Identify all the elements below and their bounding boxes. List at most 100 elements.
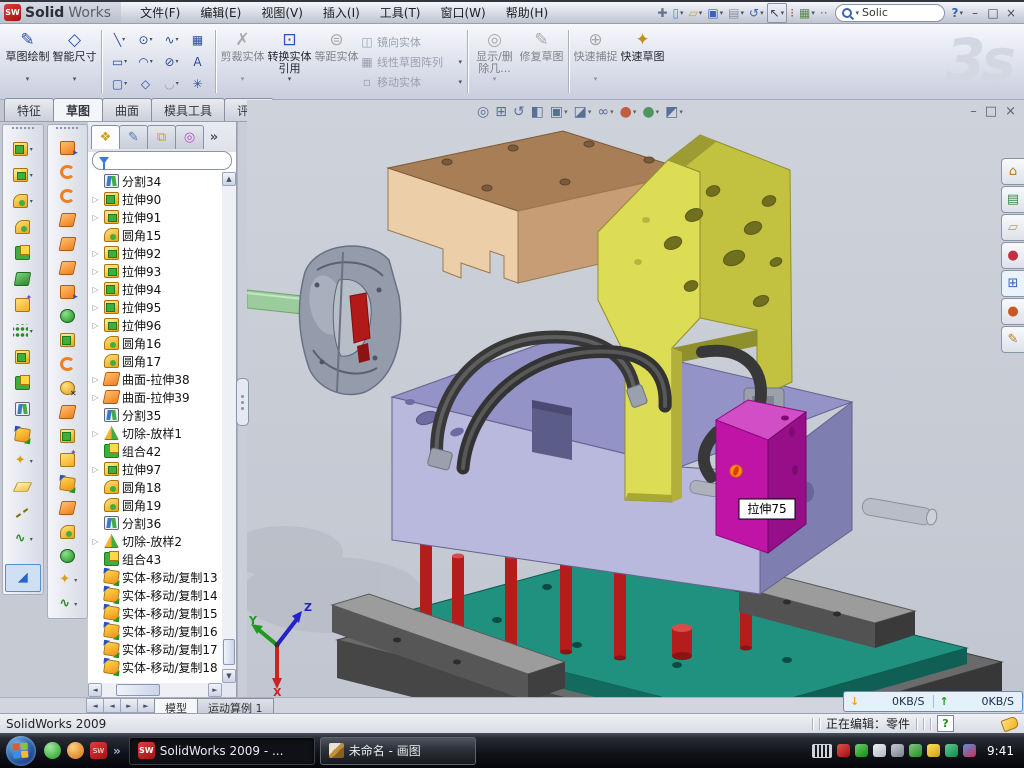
tab-特征[interactable]: 特征 xyxy=(4,98,54,121)
pattern-button[interactable]: ▾ xyxy=(6,318,40,344)
edit-appearance-button[interactable]: ●▾ xyxy=(618,103,639,121)
solidworks-quicklaunch-icon[interactable]: SW xyxy=(90,742,107,759)
tree-horizontal-scrollbar[interactable]: ◄ ► xyxy=(88,683,222,697)
draft-button[interactable] xyxy=(6,266,40,292)
tree-item[interactable]: 实体-移动/复制16 xyxy=(90,622,222,640)
thicken-button[interactable] xyxy=(50,328,84,352)
search-dropdown-icon[interactable]: ▾ xyxy=(856,9,860,17)
sketch-button[interactable]: ✎草图绘制▾ xyxy=(4,26,51,97)
apply-scene-button[interactable]: ●▾ xyxy=(640,103,661,121)
save-button[interactable]: ▣▾ xyxy=(705,4,725,22)
featuremanager-tab[interactable]: ❖ xyxy=(91,125,120,149)
sketch-fillet-tool[interactable]: ◡▾ xyxy=(159,73,184,94)
vertical-scroll-thumb[interactable] xyxy=(223,639,235,665)
pin-button[interactable]: ✚ xyxy=(655,4,669,22)
extend-surface-button[interactable] xyxy=(50,304,84,328)
volume-icon[interactable] xyxy=(891,744,904,757)
section-view-button[interactable]: ◧ xyxy=(529,103,546,121)
custom-properties-tab[interactable]: ✎ xyxy=(1001,326,1024,353)
start-button[interactable] xyxy=(6,736,36,766)
open-folder-button[interactable]: ▱▾ xyxy=(687,4,705,22)
menu-item-0[interactable]: 文件(F) xyxy=(131,1,189,24)
tree-item[interactable]: 实体-移动/复制13 xyxy=(90,568,222,586)
text-tool[interactable]: A xyxy=(185,51,210,72)
toolbar-grip[interactable] xyxy=(56,127,78,133)
rectangle-tool[interactable]: ▭▾ xyxy=(107,51,132,72)
tree-item[interactable]: 圆角17 xyxy=(90,352,222,370)
lofted-surface-button[interactable] xyxy=(50,184,84,208)
quick-snaps-button[interactable]: ⊕快速捕捉▾ xyxy=(572,26,619,97)
tree-vertical-scrollbar[interactable]: ▲ ▼ xyxy=(222,172,236,683)
trim-entities-button[interactable]: ✗剪裁实体▾ xyxy=(219,26,266,97)
more-tools-button[interactable]: ·· xyxy=(818,4,830,22)
smart-dimension-button[interactable]: ◇智能尺寸▾ xyxy=(51,26,98,97)
part-slide-block[interactable] xyxy=(716,400,806,553)
rib-button[interactable] xyxy=(6,344,40,370)
view-orientation-button[interactable]: ▣▾ xyxy=(548,103,570,121)
extrude-boss-button[interactable]: ▾ xyxy=(6,136,40,162)
convert-entities-button[interactable]: ⊡转换实体引用▾ xyxy=(266,26,313,97)
expand-arrow-icon[interactable]: ▷ xyxy=(90,267,101,276)
quick-tips-button[interactable]: ? xyxy=(937,715,954,732)
freeform-button[interactable] xyxy=(50,496,84,520)
search-tab[interactable]: ● xyxy=(1001,242,1024,269)
linear-sketch-pattern-button[interactable]: ▦线性草图阵列▾ xyxy=(360,53,464,71)
traffic-light-button[interactable]: ⁝ xyxy=(788,4,796,22)
tree-filter-box[interactable] xyxy=(92,151,232,170)
doc-nav-2[interactable]: ► xyxy=(120,698,138,713)
tree-item[interactable]: 实体-移动/复制17 xyxy=(90,640,222,658)
expand-arrow-icon[interactable]: ▷ xyxy=(90,249,101,258)
splitter-handle[interactable] xyxy=(236,378,249,426)
scroll-right-icon[interactable]: ► xyxy=(208,683,222,697)
defender-icon[interactable] xyxy=(945,744,958,757)
input-method-icon[interactable] xyxy=(963,744,976,757)
doc-nav-0[interactable]: ◄ xyxy=(86,698,104,713)
tree-item[interactable]: ▷曲面-拉伸38 xyxy=(90,370,222,388)
print-button[interactable]: ▤▾ xyxy=(726,4,746,22)
chamfer-button[interactable] xyxy=(6,214,40,240)
minimize-button[interactable]: – xyxy=(966,6,984,20)
tree-item[interactable]: ▷拉伸96 xyxy=(90,316,222,334)
tree-item[interactable]: 实体-移动/复制15 xyxy=(90,604,222,622)
tree-item[interactable]: ▷拉伸90 xyxy=(90,190,222,208)
knit-surface-button[interactable] xyxy=(50,232,84,256)
replace-face-button[interactable] xyxy=(50,400,84,424)
boundary-surface-button[interactable] xyxy=(50,160,84,184)
tree-item[interactable]: 实体-移动/复制18 xyxy=(90,658,222,676)
offset-entities-button[interactable]: ⊜等距实体 xyxy=(313,26,360,97)
close-button[interactable]: × xyxy=(1002,6,1020,20)
arc-tool[interactable]: ◠▾ xyxy=(133,51,158,72)
expand-arrow-icon[interactable]: ▷ xyxy=(90,537,101,546)
tree-item[interactable]: ▷拉伸97 xyxy=(90,460,222,478)
horizontal-scroll-thumb[interactable] xyxy=(116,684,160,696)
antivirus-icon[interactable] xyxy=(67,742,84,759)
trim-surface-button[interactable] xyxy=(50,352,84,376)
select-box-tool[interactable]: ▦ xyxy=(185,29,210,50)
display-delete-relations-button[interactable]: ◎显示/删除几...▾ xyxy=(471,26,518,97)
combine-button[interactable] xyxy=(6,370,40,396)
menu-item-4[interactable]: 工具(T) xyxy=(371,1,430,24)
tree-item[interactable]: 圆角19 xyxy=(90,496,222,514)
quicklaunch-overflow[interactable]: » xyxy=(113,744,121,758)
line-tool[interactable]: ╲▾ xyxy=(107,29,132,50)
fm-tabs-overflow[interactable]: » xyxy=(203,126,225,149)
surface-fillet-button[interactable] xyxy=(50,520,84,544)
instant3d-button[interactable] xyxy=(5,564,41,592)
expand-arrow-icon[interactable]: ▷ xyxy=(90,465,101,474)
zoom-fit-button[interactable]: ◎ xyxy=(475,103,491,121)
delete-face-button[interactable] xyxy=(50,376,84,400)
tab-草图[interactable]: 草图 xyxy=(53,98,103,121)
keyboard-icon[interactable] xyxy=(812,744,832,758)
expand-arrow-icon[interactable]: ▷ xyxy=(90,285,101,294)
tree-item[interactable]: 组合42 xyxy=(90,442,222,460)
tree-item[interactable]: 圆角16 xyxy=(90,334,222,352)
display-style-button[interactable]: ◪▾ xyxy=(572,103,594,121)
solidworks-resources-tab[interactable]: ⌂ xyxy=(1001,158,1024,185)
task-button-0[interactable]: SWSolidWorks 2009 - ... xyxy=(129,737,315,765)
spline-tool[interactable]: ∿▾ xyxy=(159,29,184,50)
help-button[interactable]: ?▾ xyxy=(950,4,965,22)
design-library-tab[interactable]: ▤ xyxy=(1001,186,1024,213)
revolved-surface-button[interactable] xyxy=(50,208,84,232)
tree-item[interactable]: ▷切除-放样2 xyxy=(90,532,222,550)
polygon-tool[interactable]: ◇ xyxy=(133,73,158,94)
